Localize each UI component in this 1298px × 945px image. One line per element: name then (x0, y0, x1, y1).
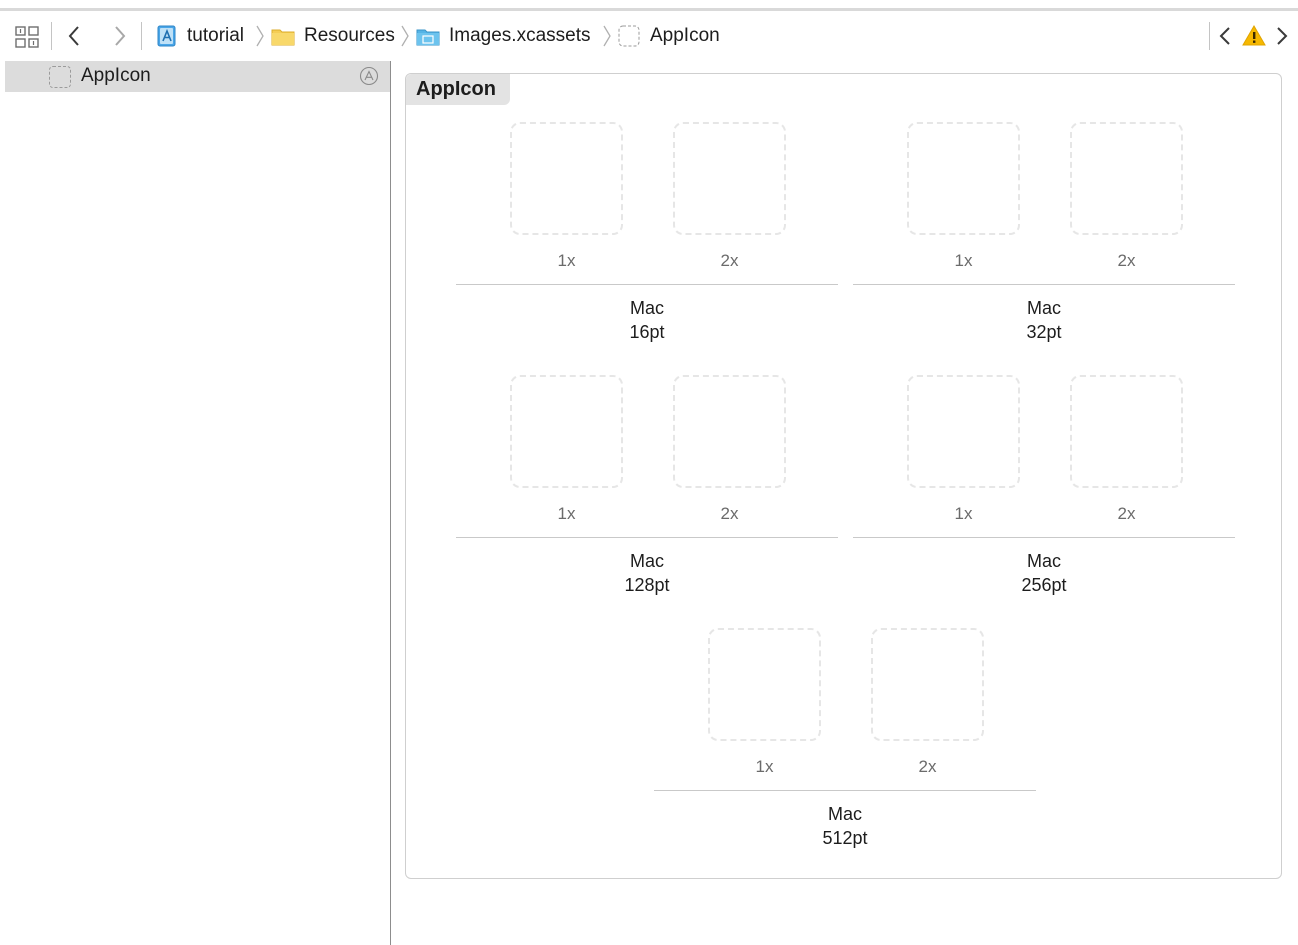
breadcrumb-images-xcassets[interactable]: Images.xcassets (416, 23, 591, 49)
breadcrumb-separator-icon (256, 25, 264, 47)
icon-well-1x[interactable] (907, 375, 1020, 488)
icon-group-mac-256pt: 1x 2x Mac 256pt (853, 327, 1235, 595)
related-items-grid-icon[interactable] (15, 26, 39, 48)
toolbar-divider (1209, 22, 1210, 50)
appicon-set-icon (49, 66, 71, 88)
scale-label: 2x (1117, 504, 1136, 523)
group-divider (654, 790, 1036, 791)
icon-well-1x[interactable] (907, 122, 1020, 235)
breadcrumb-label: Resources (304, 25, 395, 46)
previous-issue-chevron-icon[interactable] (1217, 23, 1233, 49)
warning-icon[interactable] (1242, 23, 1266, 49)
breadcrumb-label: tutorial (187, 25, 245, 46)
breadcrumb-label: AppIcon (650, 25, 720, 46)
sidebar-item-appicon[interactable]: AppIcon (5, 61, 390, 92)
icon-well-1x[interactable] (708, 628, 821, 741)
appicon-set-panel: AppIcon 1x 2x Mac 16pt 1x 2x Mac 32pt 1x… (405, 73, 1282, 879)
scale-label: 1x (557, 251, 576, 270)
sidebar-item-label: AppIcon (81, 65, 151, 86)
breadcrumb-appicon[interactable]: AppIcon (618, 23, 720, 49)
group-size: 512pt (822, 828, 868, 848)
toolbar-divider (51, 22, 52, 50)
app-store-icon (359, 66, 379, 86)
breadcrumb-separator-icon (401, 25, 409, 47)
group-title: Mac 512pt (654, 802, 1036, 850)
breadcrumb-resources[interactable]: Resources (271, 23, 395, 49)
group-platform: Mac (629, 298, 664, 318)
icon-well-1x[interactable] (510, 375, 623, 488)
scale-label: 2x (1117, 251, 1136, 270)
group-divider (456, 537, 838, 538)
sidebar-divider[interactable] (390, 61, 391, 945)
asset-catalog-icon (416, 29, 440, 46)
breadcrumb-separator-icon (603, 25, 611, 47)
scale-label: 1x (557, 504, 576, 523)
scale-label: 1x (954, 504, 973, 523)
appicon-set-icon (618, 25, 640, 47)
scale-label: 2x (720, 251, 739, 270)
icon-group-mac-16pt: 1x 2x Mac 16pt (456, 74, 838, 342)
scale-label: 2x (720, 504, 739, 523)
scale-label: 1x (755, 757, 774, 776)
icon-group-mac-512pt: 1x 2x Mac 512pt (654, 580, 1036, 848)
icon-group-mac-32pt: 1x 2x Mac 32pt (853, 74, 1235, 342)
group-divider (853, 537, 1235, 538)
group-platform: Mac (629, 551, 664, 571)
asset-outline-sidebar: AppIcon (0, 61, 390, 945)
folder-icon (271, 29, 295, 46)
icon-well-2x[interactable] (871, 628, 984, 741)
jump-bar: tutorial Resources Images.xcassets AppIc… (0, 11, 1298, 61)
scale-label: 2x (918, 757, 937, 776)
group-platform: Mac (1026, 298, 1061, 318)
icon-well-2x[interactable] (673, 375, 786, 488)
group-divider (853, 284, 1235, 285)
icon-well-2x[interactable] (1070, 122, 1183, 235)
group-platform: Mac (1026, 551, 1061, 571)
icon-group-mac-128pt: 1x 2x Mac 128pt (456, 327, 838, 595)
back-chevron-icon[interactable] (66, 24, 82, 48)
icon-well-2x[interactable] (673, 122, 786, 235)
group-divider (456, 284, 838, 285)
next-issue-chevron-icon[interactable] (1274, 23, 1290, 49)
icon-well-1x[interactable] (510, 122, 623, 235)
breadcrumb-tutorial[interactable]: tutorial (157, 23, 244, 49)
breadcrumb-label: Images.xcassets (449, 25, 591, 46)
icon-well-2x[interactable] (1070, 375, 1183, 488)
toolbar-divider (141, 22, 142, 50)
scale-label: 1x (954, 251, 973, 270)
group-platform: Mac (827, 804, 862, 824)
project-icon (157, 25, 176, 47)
forward-chevron-icon[interactable] (112, 24, 128, 48)
